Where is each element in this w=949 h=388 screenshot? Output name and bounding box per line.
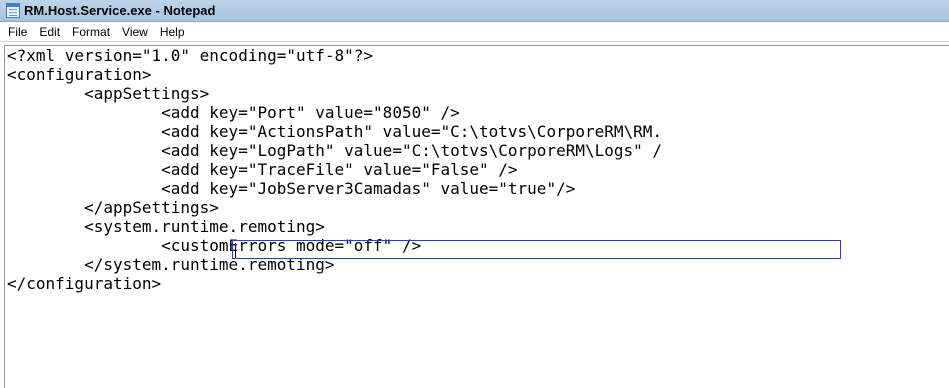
menu-file[interactable]: File bbox=[2, 23, 33, 41]
menu-help[interactable]: Help bbox=[154, 23, 191, 41]
code-line-6: <add key="LogPath" value="C:\totvs\Corpo… bbox=[7, 141, 663, 160]
menu-format[interactable]: Format bbox=[66, 23, 116, 41]
code-line-7: <add key="TraceFile" value="False" /> bbox=[7, 160, 518, 179]
menu-view[interactable]: View bbox=[116, 23, 154, 41]
code-line-12: </system.runtime.remoting> bbox=[7, 255, 335, 274]
code-line-5: <add key="ActionsPath" value="C:\totvs\C… bbox=[7, 122, 663, 141]
editor-content[interactable]: <?xml version="1.0" encoding="utf-8"?> <c… bbox=[7, 46, 662, 293]
menu-bar: File Edit Format View Help bbox=[0, 22, 949, 42]
code-line-13: </configuration> bbox=[7, 274, 162, 293]
window-title: RM.Host.Service.exe - Notepad bbox=[24, 3, 216, 18]
notepad-window: RM.Host.Service.exe - Notepad File Edit … bbox=[0, 0, 949, 388]
code-line-1: <?xml version="1.0" encoding="utf-8"?> bbox=[7, 46, 374, 65]
code-line-8: <add key="JobServer3Camadas" value="true… bbox=[7, 179, 576, 198]
code-line-3: <appSettings> bbox=[7, 84, 210, 103]
menu-edit[interactable]: Edit bbox=[33, 23, 66, 41]
code-line-4: <add key="Port" value="8050" /> bbox=[7, 103, 460, 122]
code-line-9: </appSettings> bbox=[7, 198, 219, 217]
notepad-icon[interactable] bbox=[6, 3, 20, 18]
title-bar[interactable]: RM.Host.Service.exe - Notepad bbox=[0, 0, 949, 22]
text-editor[interactable]: <?xml version="1.0" encoding="utf-8"?> <c… bbox=[4, 45, 949, 388]
code-line-2: <configuration> bbox=[7, 65, 152, 84]
code-line-10: <system.runtime.remoting> bbox=[7, 217, 325, 236]
code-line-11: <customErrors mode="off" /> bbox=[7, 236, 422, 255]
text-caret bbox=[235, 243, 236, 258]
